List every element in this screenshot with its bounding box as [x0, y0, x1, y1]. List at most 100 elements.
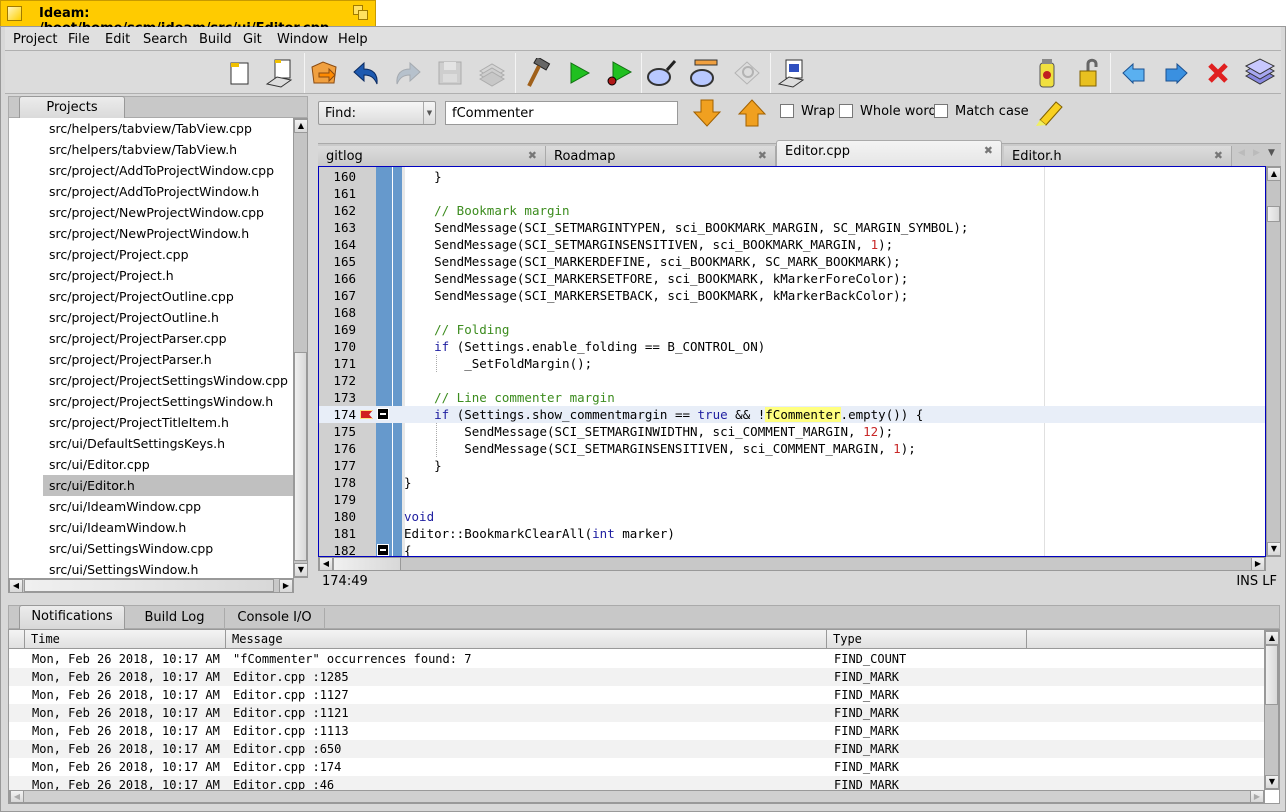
- replace-icon[interactable]: [688, 56, 722, 90]
- scroll-thumb[interactable]: [333, 557, 401, 571]
- menu-build[interactable]: Build: [199, 32, 232, 47]
- window-title-tab[interactable]: Ideam: /boot/home/scm/ideam/src/ui/Edito…: [0, 0, 376, 36]
- wrap-checkbox[interactable]: [780, 104, 794, 118]
- forward-icon[interactable]: [1159, 56, 1193, 90]
- project-file-item[interactable]: src/helpers/tabview/TabView.cpp: [43, 118, 294, 139]
- debug-icon[interactable]: [602, 56, 636, 90]
- column-type[interactable]: Type: [827, 630, 1027, 649]
- menu-edit[interactable]: Edit: [105, 32, 130, 47]
- scroll-thumb[interactable]: [1267, 206, 1280, 222]
- project-file-item[interactable]: src/project/NewProjectWindow.cpp: [43, 202, 294, 223]
- menu-search[interactable]: Search: [143, 32, 188, 47]
- find-next-button[interactable]: [690, 97, 724, 129]
- scroll-left-button[interactable]: ◀: [319, 557, 333, 571]
- tab-notifications[interactable]: Notifications: [19, 605, 125, 629]
- build-icon[interactable]: [520, 56, 554, 90]
- project-file-item[interactable]: src/ui/DefaultSettingsKeys.h: [43, 433, 294, 454]
- table-row[interactable]: Mon, Feb 26 2018, 10:17 AM Editor.cpp :11…: [9, 704, 1265, 722]
- find-icon[interactable]: [645, 56, 679, 90]
- scroll-up-button[interactable]: ▲: [1267, 167, 1281, 181]
- project-file-item[interactable]: src/project/ProjectParser.h: [43, 349, 294, 370]
- table-row[interactable]: Mon, Feb 26 2018, 10:17 AM "fCommenter" o…: [9, 650, 1265, 668]
- project-file-item[interactable]: src/project/Project.h: [43, 265, 294, 286]
- table-row[interactable]: Mon, Feb 26 2018, 10:17 AM Editor.cpp :11…: [9, 722, 1265, 740]
- project-list-hscroll[interactable]: ◀ ▶: [8, 578, 294, 593]
- project-file-item[interactable]: src/project/ProjectParser.cpp: [43, 328, 294, 349]
- window-stack-icon[interactable]: [1243, 56, 1277, 90]
- close-tab-icon[interactable]: ✖: [528, 149, 537, 162]
- scroll-right-button[interactable]: ▶: [1250, 790, 1264, 803]
- column-message[interactable]: Message: [226, 630, 827, 649]
- undo-icon[interactable]: [349, 56, 383, 90]
- close-tab-icon[interactable]: ✖: [1214, 149, 1223, 162]
- project-file-item[interactable]: src/project/NewProjectWindow.h: [43, 223, 294, 244]
- scroll-down-button[interactable]: ▼: [1265, 775, 1279, 789]
- project-file-item[interactable]: src/project/ProjectSettingsWindow.h: [43, 391, 294, 412]
- tab-roadmap[interactable]: Roadmap ✖: [546, 146, 776, 167]
- project-file-item[interactable]: src/ui/SettingsWindow.cpp: [43, 538, 294, 559]
- close-file-icon[interactable]: [1201, 56, 1235, 90]
- find-mode-select[interactable]: Find: ▼: [318, 101, 436, 125]
- notifications-vscroll[interactable]: ▲ ▼: [1264, 630, 1279, 790]
- project-file-item[interactable]: src/project/ProjectSettingsWindow.cpp: [43, 370, 294, 391]
- scroll-thumb[interactable]: [294, 352, 307, 561]
- project-file-item[interactable]: src/ui/Editor.cpp: [43, 454, 294, 475]
- project-file-icon[interactable]: [263, 56, 297, 90]
- new-file-icon[interactable]: [223, 56, 257, 90]
- table-row[interactable]: Mon, Feb 26 2018, 10:17 AM Editor.cpp :65…: [9, 740, 1265, 758]
- table-row[interactable]: Mon, Feb 26 2018, 10:17 AM Editor.cpp :12…: [9, 668, 1265, 686]
- notifications-hscroll[interactable]: ◀ ▶: [9, 790, 1265, 803]
- tab-projects[interactable]: Projects: [19, 96, 125, 120]
- tab-build-log[interactable]: Build Log: [125, 608, 225, 629]
- project-file-item[interactable]: src/project/AddToProjectWindow.cpp: [43, 160, 294, 181]
- back-icon[interactable]: [1117, 56, 1151, 90]
- tab-console-io[interactable]: Console I/O: [225, 608, 325, 629]
- scroll-down-button[interactable]: ▼: [294, 563, 308, 577]
- scroll-down-button[interactable]: ▼: [1267, 542, 1281, 556]
- terminal-icon[interactable]: [775, 56, 809, 90]
- editor-hscroll[interactable]: ◀ ▶: [318, 557, 1266, 571]
- tab-editor-cpp[interactable]: Editor.cpp ✖: [776, 140, 1002, 168]
- debug-spray-icon[interactable]: [1030, 56, 1064, 90]
- menu-file[interactable]: File: [68, 32, 90, 47]
- scroll-right-button[interactable]: ▶: [279, 579, 293, 593]
- tab-gitlog[interactable]: gitlog ✖: [318, 146, 546, 167]
- unlock-icon[interactable]: [1072, 56, 1106, 90]
- highlight-marker-icon[interactable]: [1032, 98, 1066, 128]
- close-tab-icon[interactable]: ✖: [758, 149, 767, 162]
- run-icon[interactable]: [562, 56, 596, 90]
- project-file-item[interactable]: src/project/AddToProjectWindow.h: [43, 181, 294, 202]
- find-in-files-icon[interactable]: [730, 56, 764, 90]
- fold-toggle-icon[interactable]: [377, 544, 389, 556]
- tab-menu-icon[interactable]: ▼: [1268, 148, 1275, 158]
- find-input[interactable]: [445, 101, 678, 125]
- whole-word-checkbox[interactable]: [839, 104, 853, 118]
- scroll-right-button[interactable]: ▶: [1251, 557, 1265, 571]
- find-previous-button[interactable]: [735, 97, 769, 129]
- project-file-item[interactable]: src/helpers/tabview/TabView.h: [43, 139, 294, 160]
- scroll-up-button[interactable]: ▲: [1265, 631, 1279, 645]
- project-file-item[interactable]: src/project/ProjectTitleItem.h: [43, 412, 294, 433]
- project-file-item[interactable]: src/ui/Editor.h: [43, 475, 294, 496]
- save-icon[interactable]: [433, 56, 467, 90]
- zoom-window-button[interactable]: [353, 5, 369, 21]
- menu-git[interactable]: Git: [243, 32, 262, 47]
- table-row[interactable]: Mon, Feb 26 2018, 10:17 AM Editor.cpp :11…: [9, 686, 1265, 704]
- project-file-item[interactable]: src/project/ProjectOutline.h: [43, 307, 294, 328]
- scroll-up-button[interactable]: ▲: [294, 119, 308, 133]
- scroll-thumb[interactable]: [24, 579, 274, 592]
- table-row[interactable]: Mon, Feb 26 2018, 10:17 AM Editor.cpp :17…: [9, 758, 1265, 776]
- project-file-item[interactable]: src/ui/IdeamWindow.cpp: [43, 496, 294, 517]
- match-case-checkbox[interactable]: [934, 104, 948, 118]
- project-file-item[interactable]: src/ui/SettingsWindow.h: [43, 559, 294, 578]
- scroll-thumb[interactable]: [1265, 645, 1278, 705]
- menu-help[interactable]: Help: [338, 32, 368, 47]
- scroll-left-button[interactable]: ◀: [10, 790, 24, 803]
- close-window-button[interactable]: [7, 6, 22, 21]
- project-file-item[interactable]: src/project/Project.cpp: [43, 244, 294, 265]
- fold-toggle-icon[interactable]: [377, 408, 389, 420]
- tab-scroll-right-icon[interactable]: ▶: [1253, 148, 1260, 158]
- column-time[interactable]: Time: [25, 630, 226, 649]
- tab-editor-h[interactable]: Editor.h ✖: [1004, 146, 1232, 167]
- tab-scroll-left-icon[interactable]: ◀: [1238, 148, 1245, 158]
